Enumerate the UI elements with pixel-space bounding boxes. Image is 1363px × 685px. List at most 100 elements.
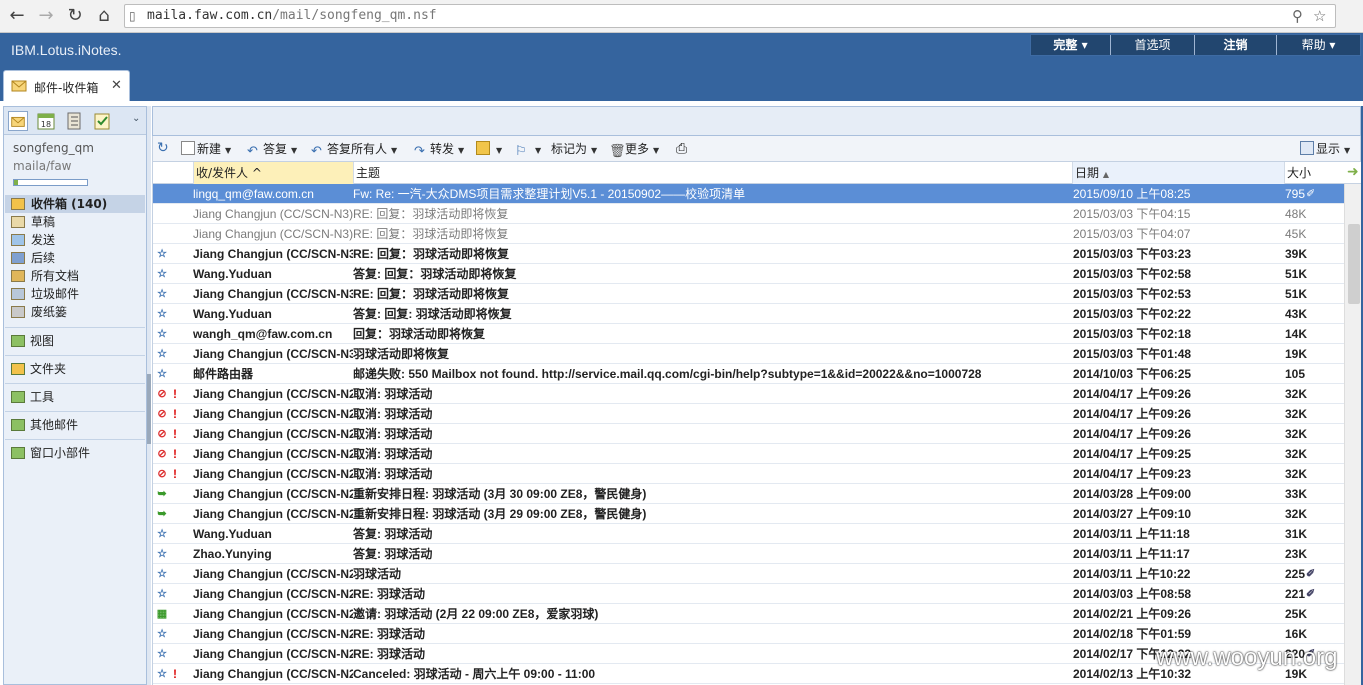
folder-item[interactable]: 所有文档 — [5, 267, 145, 285]
message-date: 2015/03/03 下午02:58 — [1073, 267, 1192, 281]
back-icon[interactable]: ← — [6, 5, 28, 27]
message-row[interactable]: ☆ Jiang Changjun (CC/SCN-N3) RE: 回复：羽球活动即将… — [153, 284, 1346, 304]
message-from: Wang.Yuduan — [193, 527, 272, 541]
folder-button[interactable]: ▼ — [476, 140, 502, 158]
message-row[interactable]: Jiang Changjun (CC/SCN-N3) RE: 回复：羽球活动即将恢… — [153, 204, 1346, 224]
message-row[interactable]: ☆ 邮件路由器 邮递失败: 550 Mailbox not found. http:… — [153, 364, 1346, 384]
message-list: lingq_qm@faw.com.cn Fw: Re: 一汽-大众DMS项目需求整… — [153, 184, 1346, 684]
forward-button[interactable]: ↷ 转发 ▼ — [414, 140, 464, 159]
message-row[interactable]: ☆ Wang.Yuduan 答复: 回复：羽球活动即将恢复 2015/03/03 下午… — [153, 264, 1346, 284]
message-row[interactable]: ⊘! Jiang Changjun (CC/SCN-N2) 取消: 羽球活动 2014… — [153, 444, 1346, 464]
col-date[interactable]: 日期 ▲ — [1072, 162, 1284, 184]
svg-text:18: 18 — [41, 120, 51, 129]
mail-app-icon[interactable] — [8, 111, 28, 131]
vertical-scrollbar[interactable] — [1344, 184, 1361, 685]
bookmark-star-icon[interactable]: ☆ — [1313, 7, 1326, 25]
reload-icon[interactable]: ↻ — [64, 5, 86, 27]
message-date: 2015/03/03 下午04:15 — [1073, 207, 1191, 221]
col-size[interactable]: 大小 — [1284, 162, 1314, 184]
message-row[interactable]: ☆ Jiang Changjun (CC/SCN-N2) RE: 羽球活动 2014/… — [153, 624, 1346, 644]
message-row[interactable]: Jiang Changjun (CC/SCN-N3) RE: 回复：羽球活动即将恢… — [153, 224, 1346, 244]
scrollbar-thumb[interactable] — [1348, 224, 1360, 304]
message-row[interactable]: ➥ Jiang Changjun (CC/SCN-N2) 重新安排日程: 羽球活动 … — [153, 484, 1346, 504]
home-icon[interactable]: ⌂ — [93, 5, 115, 27]
folder-item[interactable]: 发送 — [5, 231, 145, 249]
mark-as-button[interactable]: 标记为 ▼ — [551, 140, 597, 158]
message-date: 2014/04/17 上午09:25 — [1073, 447, 1192, 461]
contacts-icon[interactable] — [64, 111, 84, 131]
reply-button[interactable]: ↶ 答复 ▼ — [247, 140, 297, 159]
folder-item[interactable]: 垃圾邮件 — [5, 285, 145, 303]
panel-splitter[interactable] — [147, 106, 151, 685]
app-switcher: 18 ⌄ — [4, 107, 146, 135]
reply-all-button[interactable]: ↶ 答复所有人 ▼ — [311, 140, 397, 159]
nav-section[interactable]: 其他邮件 — [5, 411, 145, 437]
inbox-icon — [11, 198, 25, 210]
message-row[interactable]: ☆ wangh_qm@faw.com.cn 回复：羽球活动即将恢复 2015/03/0… — [153, 324, 1346, 344]
new-button[interactable]: 新建 ▼ — [181, 140, 231, 158]
widgets-icon — [11, 447, 25, 459]
menu-help[interactable]: 帮助 ▾ — [1277, 35, 1360, 55]
message-subject: RE: 羽球活动 — [353, 627, 426, 641]
message-date: 2014/03/28 上午09:00 — [1073, 487, 1192, 501]
message-row[interactable]: ⊘! Jiang Changjun (CC/SCN-N2) 取消: 羽球活动 2014… — [153, 384, 1346, 404]
nav-section[interactable]: 工具 — [5, 383, 145, 409]
message-row[interactable]: ☆ Jiang Changjun (CC/SCN-N2) RE: 羽球活动 2014/… — [153, 584, 1346, 604]
message-row[interactable]: ☆ Wang.Yuduan 答复: 羽球活动 2014/03/11 上午11:18 31… — [153, 524, 1346, 544]
message-status-icon: ☆ — [157, 668, 167, 680]
refresh-icon[interactable]: ↻ — [157, 139, 169, 157]
message-row[interactable]: lingq_qm@faw.com.cn Fw: Re: 一汽-大众DMS项目需求整… — [153, 184, 1346, 204]
message-row[interactable]: ☆ Jiang Changjun (CC/SCN-N2) 羽球活动 2014/03/1… — [153, 564, 1346, 584]
display-button[interactable]: 显示 ▼ — [1300, 140, 1350, 158]
menu-full[interactable]: 完整 ▾ — [1031, 35, 1111, 55]
col-subject[interactable]: 主题 — [353, 162, 1072, 184]
splitter-grip[interactable] — [147, 374, 151, 444]
message-row[interactable]: ☆ Jiang Changjun (CC/SCN-N3) RE: 回复：羽球活动即将… — [153, 244, 1346, 264]
nav-section[interactable]: 文件夹 — [5, 355, 145, 381]
message-row[interactable]: ☆ Zhao.Yunying 答复: 羽球活动 2014/03/11 上午11:17 2… — [153, 544, 1346, 564]
address-bar[interactable]: ▯ maila.faw.com.cn/mail/songfeng_qm.nsf … — [124, 4, 1336, 28]
close-icon[interactable]: ✕ — [111, 78, 122, 93]
print-icon[interactable]: ⎙ — [676, 140, 687, 158]
message-size: 31K — [1285, 527, 1307, 541]
message-subject: RE: 回复：羽球活动即将恢复 — [353, 247, 510, 261]
forward-icon[interactable]: → — [35, 5, 57, 27]
menu-preferences[interactable]: 首选项 — [1111, 35, 1195, 55]
message-row[interactable]: ☆ Wang.Yuduan 答复: 回复: 羽球活动即将恢复 2015/03/03 下… — [153, 304, 1346, 324]
priority-icon: ! — [173, 387, 177, 401]
priority-icon: ! — [173, 467, 177, 481]
col-from[interactable]: 收/发件人 ^ — [193, 162, 353, 184]
message-row[interactable]: ⊘! Jiang Changjun (CC/SCN-N2) 取消: 羽球活动 2014… — [153, 404, 1346, 424]
follow-up-icon — [11, 252, 25, 264]
nav-section[interactable]: 窗口小部件 — [5, 439, 145, 465]
folder-item[interactable]: 草稿 — [5, 213, 145, 231]
wrench-icon[interactable]: ⚲ — [1292, 7, 1303, 25]
message-row[interactable]: ⊘! Jiang Changjun (CC/SCN-N2) 取消: 羽球活动 2014… — [153, 424, 1346, 444]
nav-section[interactable]: 视图 — [5, 327, 145, 353]
message-status-icon: ⊘ — [157, 408, 167, 420]
flag-button[interactable]: ⚐ ▼ — [515, 140, 541, 159]
more-button[interactable]: 🗑更多 ▼ — [609, 140, 659, 159]
message-status-icon: ☆ — [157, 268, 167, 280]
folder-item[interactable]: 收件箱 (140) — [5, 195, 145, 213]
message-row[interactable]: ⊘! Jiang Changjun (CC/SCN-N2) 取消: 羽球活动 2014… — [153, 464, 1346, 484]
tab-strip: 邮件-收件箱 ✕ — [0, 67, 1363, 101]
message-row[interactable]: ▦ Jiang Changjun (CC/SCN-N2) 邀请: 羽球活动 (2月 … — [153, 604, 1346, 624]
message-row[interactable]: ☆ Jiang Changjun (CC/SCN-N3) 羽球活动即将恢复 2015/… — [153, 344, 1346, 364]
calendar-icon[interactable]: 18 — [36, 111, 56, 131]
message-date: 2015/03/03 下午02:22 — [1073, 307, 1192, 321]
folder-item[interactable]: 废纸篓 — [5, 303, 145, 321]
message-subject: 取消: 羽球活动 — [353, 467, 433, 481]
scroll-right-icon[interactable]: ➜ — [1347, 164, 1359, 180]
message-status-icon: ☆ — [157, 648, 167, 660]
todo-icon[interactable] — [92, 111, 112, 131]
message-from: Zhao.Yunying — [193, 547, 272, 561]
chevron-down-icon[interactable]: ⌄ — [132, 113, 140, 124]
tab-mail-inbox[interactable]: 邮件-收件箱 ✕ — [3, 70, 130, 101]
menu-logout[interactable]: 注销 — [1195, 35, 1277, 55]
message-size: 19K — [1285, 347, 1307, 361]
message-row[interactable]: ➥ Jiang Changjun (CC/SCN-N2) 重新安排日程: 羽球活动 … — [153, 504, 1346, 524]
folder-item[interactable]: 后续 — [5, 249, 145, 267]
message-subject: RE: 回复：羽球活动即将恢复 — [353, 207, 509, 221]
message-status-icon: ☆ — [157, 628, 167, 640]
